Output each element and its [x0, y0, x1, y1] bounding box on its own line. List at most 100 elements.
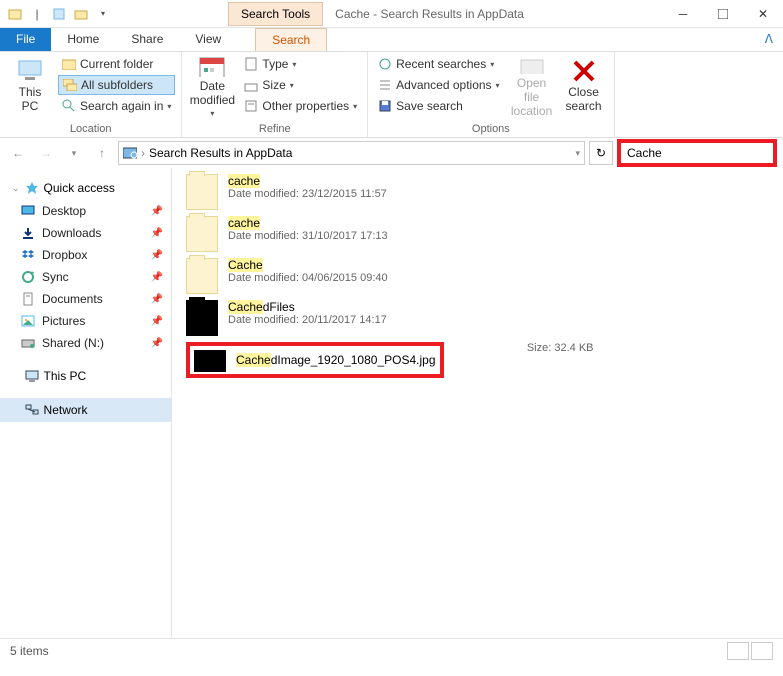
result-item[interactable]: cacheDate modified: 31/10/2017 17:13 [186, 216, 769, 252]
sidebar-item-pictures[interactable]: Pictures📌 [0, 310, 171, 332]
address-bar[interactable]: › Search Results in AppData ▾ [118, 141, 585, 165]
properties-icon[interactable] [50, 5, 68, 23]
tab-file[interactable]: File [0, 28, 51, 51]
sidebar-item-dropbox[interactable]: Dropbox📌 [0, 244, 171, 266]
item-icon [20, 247, 36, 263]
close-button[interactable]: ✕ [743, 0, 783, 28]
sidebar-item-documents[interactable]: Documents 📌 [0, 288, 171, 310]
network-icon [24, 402, 40, 418]
qat-separator: | [28, 5, 46, 23]
item-count: 5 items [10, 644, 49, 658]
up-button[interactable]: ↑ [90, 141, 114, 165]
size-filter[interactable]: Size▾ [240, 75, 361, 95]
quick-access-header[interactable]: ⌄ Quick access [0, 176, 171, 200]
type-filter[interactable]: Type▾ [240, 54, 361, 74]
recent-icon [378, 57, 392, 71]
item-size: Size: 32.4 KB [454, 342, 594, 354]
file-icon [194, 350, 226, 372]
group-label-location: Location [6, 121, 175, 135]
folder-icon [186, 174, 218, 210]
title-bar: | ▾ Search Tools Cache - Search Results … [0, 0, 783, 28]
recent-searches-option[interactable]: Recent searches▾ [374, 54, 503, 74]
sidebar-item-label: Downloads [42, 226, 101, 240]
item-icon [20, 335, 36, 351]
item-name: cache [228, 174, 769, 188]
close-search-button[interactable]: Close search [560, 54, 608, 118]
search-icon [62, 99, 76, 113]
search-input[interactable]: Cache [617, 139, 777, 167]
pin-icon: 📌 [151, 294, 163, 305]
ribbon-tabs: File Home Share View Search ᐱ [0, 28, 783, 52]
new-folder-icon[interactable] [72, 5, 90, 23]
quick-access-toolbar: | ▾ [0, 5, 118, 23]
breadcrumb-separator: › [141, 146, 145, 160]
save-search-option[interactable]: Save search [374, 96, 503, 116]
sidebar-item-label: Shared (N:) [42, 336, 104, 350]
pin-icon: 📌 [151, 250, 163, 261]
advanced-options[interactable]: Advanced options▾ [374, 75, 503, 95]
result-item[interactable]: CachedFilesDate modified: 20/11/2017 14:… [186, 300, 769, 336]
star-icon [24, 180, 40, 196]
sidebar-item-label: Sync [42, 270, 69, 284]
status-bar: 5 items [0, 638, 783, 662]
item-name: CachedFiles [228, 300, 769, 314]
ribbon: This PC Current folder All subfolders Se… [0, 52, 783, 138]
item-icon [20, 313, 36, 329]
details-view-button[interactable] [727, 642, 749, 660]
maximize-button[interactable] [703, 0, 743, 28]
pin-icon: 📌 [151, 206, 163, 217]
folder-icon [186, 300, 218, 336]
this-pc-header[interactable]: ⌄ This PC [0, 364, 171, 388]
folder-icon [186, 216, 218, 252]
current-folder-option[interactable]: Current folder [58, 54, 175, 74]
folder-icon [62, 57, 76, 71]
back-button[interactable]: ← [6, 141, 30, 165]
tab-search[interactable]: Search [255, 28, 327, 51]
result-item[interactable]: CachedImage_1920_1080_POS4.jpg Size: 32.4… [186, 342, 769, 378]
save-icon [378, 99, 392, 113]
window-title: Cache - Search Results in AppData [335, 7, 524, 21]
item-meta: Date modified: 04/06/2015 09:40 [228, 272, 769, 284]
recent-locations-button[interactable]: ▾ [62, 141, 86, 165]
sidebar-item-desktop[interactable]: Desktop 📌 [0, 200, 171, 222]
navigation-row: ← → ▾ ↑ › Search Results in AppData ▾ ↻ … [0, 138, 783, 168]
sidebar-item-sync[interactable]: Sync 📌 [0, 266, 171, 288]
chevron-down-icon[interactable]: ▾ [575, 148, 580, 159]
ribbon-group-location: This PC Current folder All subfolders Se… [0, 52, 182, 137]
search-value: Cache [627, 146, 662, 160]
result-item[interactable]: CacheDate modified: 04/06/2015 09:40 [186, 258, 769, 294]
sidebar-item-downloads[interactable]: Downloads📌 [0, 222, 171, 244]
pin-icon: 📌 [151, 272, 163, 283]
qat-dropdown-icon[interactable]: ▾ [94, 5, 112, 23]
all-subfolders-option[interactable]: All subfolders [58, 75, 175, 95]
search-again-option[interactable]: Search again in ▾ [58, 96, 175, 116]
type-icon [244, 57, 258, 71]
tab-share[interactable]: Share [115, 28, 179, 51]
chevron-down-icon: ⌄ [12, 183, 20, 194]
refresh-button[interactable]: ↻ [589, 141, 613, 165]
pin-icon: 📌 [151, 316, 163, 327]
tab-view[interactable]: View [179, 28, 237, 51]
network-header[interactable]: ⌄ Network [0, 398, 171, 422]
result-item[interactable]: cacheDate modified: 23/12/2015 11:57 [186, 174, 769, 210]
item-name: CachedImage_1920_1080_POS4.jpg [236, 353, 436, 367]
ribbon-collapse-icon[interactable]: ᐱ [755, 28, 783, 51]
navigation-pane: ⌄ Quick access Desktop📌Downloads📌Dropbox… [0, 168, 172, 638]
minimize-button[interactable]: ─ [663, 0, 703, 28]
item-icon [20, 269, 36, 285]
computer-icon [16, 59, 44, 83]
sidebar-item-label: Documents [42, 292, 103, 306]
forward-button[interactable]: → [34, 141, 58, 165]
size-icon [244, 78, 258, 92]
item-icon [20, 225, 36, 241]
sidebar-item-shared-n-[interactable]: Shared (N:)📌 [0, 332, 171, 354]
ribbon-group-options: Recent searches▾ Advanced options▾ Save … [368, 52, 614, 137]
item-name: Cache [228, 258, 769, 272]
other-properties-filter[interactable]: Other properties▾ [240, 96, 361, 116]
date-modified-button[interactable]: Date modified▾ [188, 54, 236, 118]
sidebar-item-label: Desktop [42, 204, 86, 218]
tab-home[interactable]: Home [51, 28, 115, 51]
this-pc-button[interactable]: This PC [6, 54, 54, 118]
breadcrumb[interactable]: Search Results in AppData [149, 146, 292, 160]
thumbnails-view-button[interactable] [751, 642, 773, 660]
